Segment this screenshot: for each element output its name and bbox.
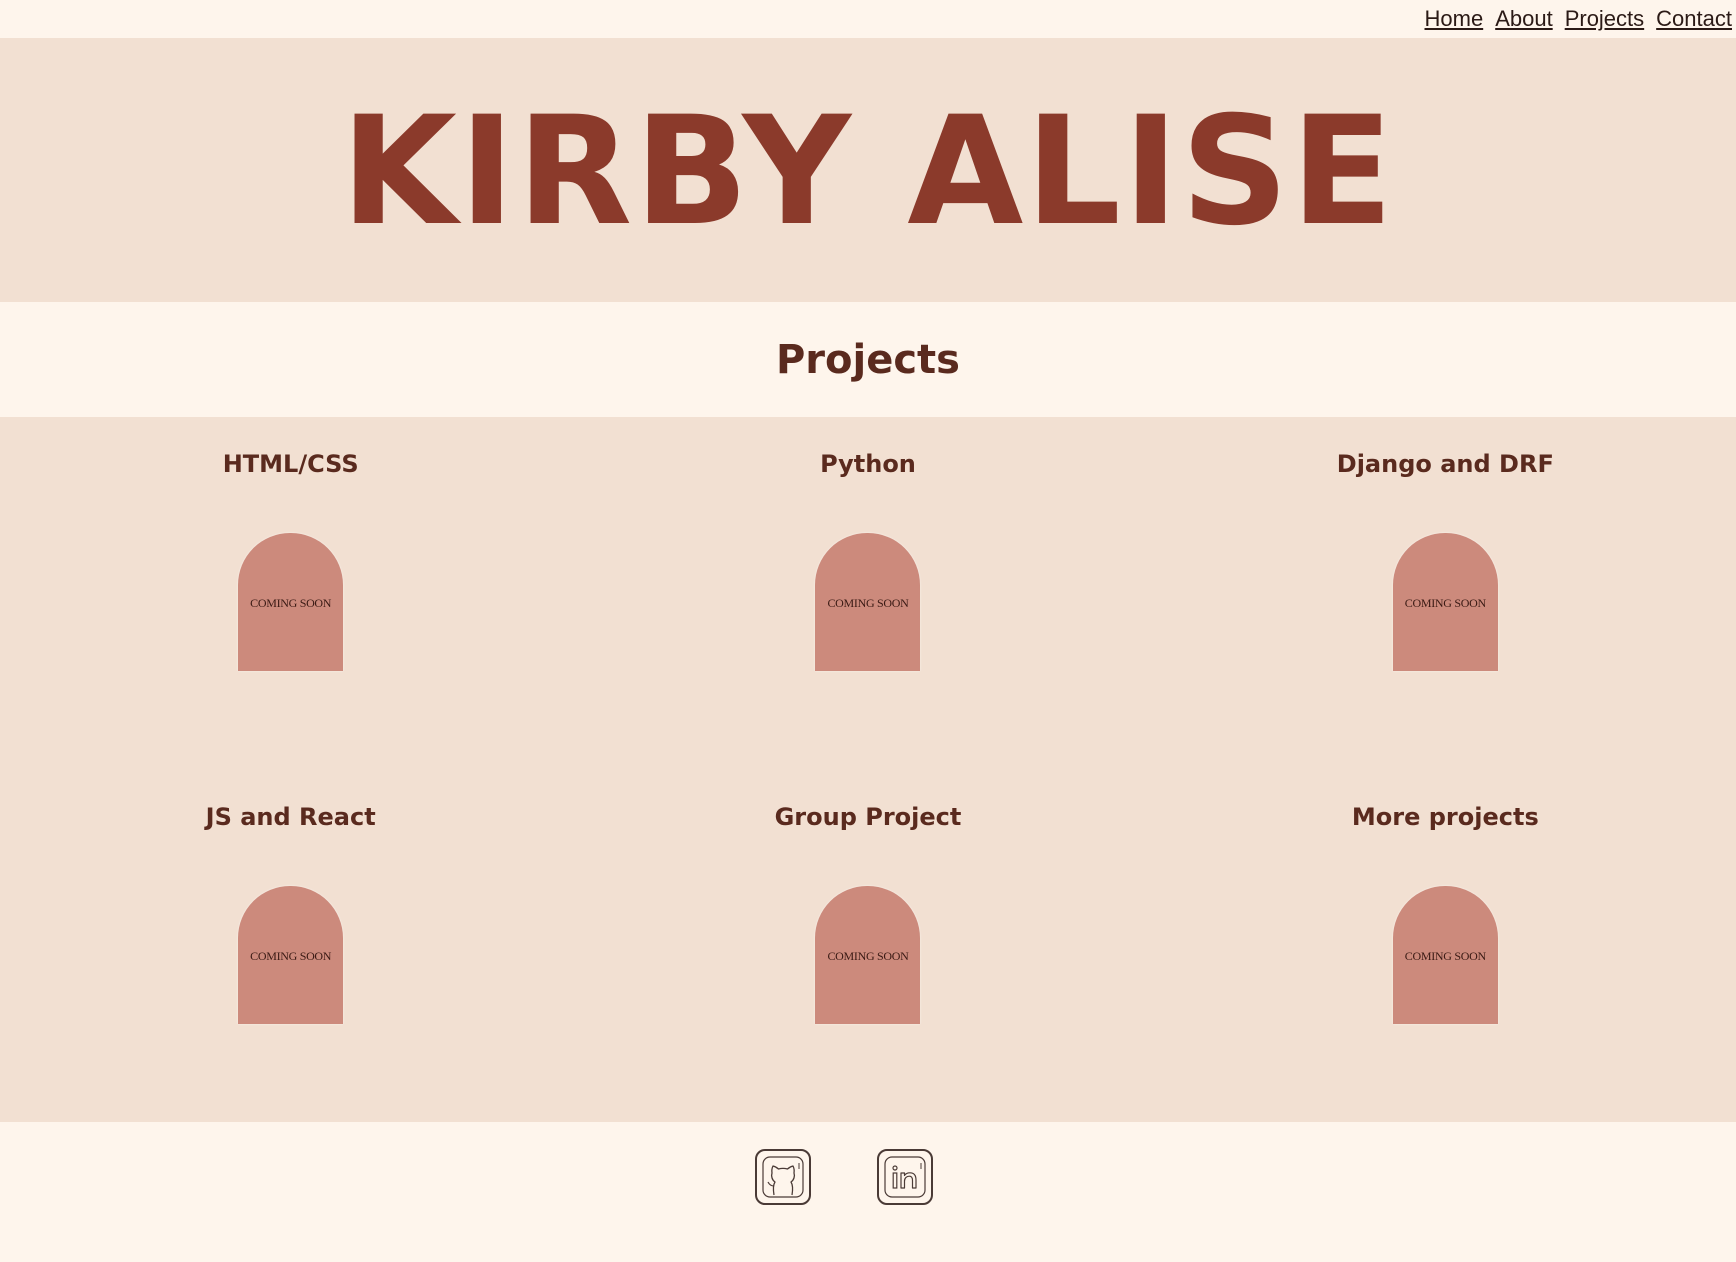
hero-banner: KIRBY ALISE <box>0 38 1736 302</box>
project-title: JS and React <box>205 803 376 831</box>
nav-link-contact[interactable]: Contact <box>1656 8 1732 30</box>
nav-link-projects[interactable]: Projects <box>1565 8 1644 30</box>
coming-soon-label: COMING SOON <box>827 948 909 963</box>
coming-soon-label: COMING SOON <box>1404 595 1486 610</box>
github-icon <box>761 1156 804 1198</box>
coming-soon-arch[interactable]: COMING SOON <box>815 886 921 1024</box>
project-card-html-css[interactable]: HTML/CSS COMING SOON <box>2 417 579 770</box>
coming-soon-arch[interactable]: COMING SOON <box>1392 533 1498 671</box>
project-card-django-drf[interactable]: Django and DRF COMING SOON <box>1157 417 1734 770</box>
coming-soon-arch[interactable]: COMING SOON <box>238 886 344 1024</box>
project-title: HTML/CSS <box>222 450 359 478</box>
coming-soon-arch[interactable]: COMING SOON <box>238 533 344 671</box>
top-nav: Home About Projects Contact <box>0 0 1736 38</box>
coming-soon-label: COMING SOON <box>827 595 909 610</box>
coming-soon-label: COMING SOON <box>1404 948 1486 963</box>
coming-soon-arch[interactable]: COMING SOON <box>1392 886 1498 1024</box>
footer <box>0 1122 1736 1262</box>
nav-link-about[interactable]: About <box>1495 8 1553 30</box>
nav-link-home[interactable]: Home <box>1425 8 1484 30</box>
site-title: KIRBY ALISE <box>340 85 1396 259</box>
projects-heading: Projects <box>775 336 960 383</box>
project-card-js-react[interactable]: JS and React COMING SOON <box>2 770 579 1122</box>
coming-soon-label: COMING SOON <box>250 595 332 610</box>
github-link[interactable] <box>754 1149 811 1205</box>
coming-soon-label: COMING SOON <box>250 948 332 963</box>
project-card-python[interactable]: Python COMING SOON <box>579 417 1156 770</box>
projects-heading-band: Projects <box>0 302 1736 417</box>
project-card-more-projects[interactable]: More projects COMING SOON <box>1157 770 1734 1122</box>
linkedin-link[interactable] <box>876 1149 933 1205</box>
project-title: More projects <box>1351 803 1539 831</box>
project-title: Group Project <box>774 803 962 831</box>
projects-grid: HTML/CSS COMING SOON Python COMING SOON … <box>0 417 1736 1122</box>
coming-soon-arch[interactable]: COMING SOON <box>815 533 921 671</box>
project-title: Django and DRF <box>1336 450 1554 478</box>
project-title: Python <box>820 450 916 478</box>
project-card-group-project[interactable]: Group Project COMING SOON <box>579 770 1156 1122</box>
linkedin-icon <box>883 1156 926 1198</box>
